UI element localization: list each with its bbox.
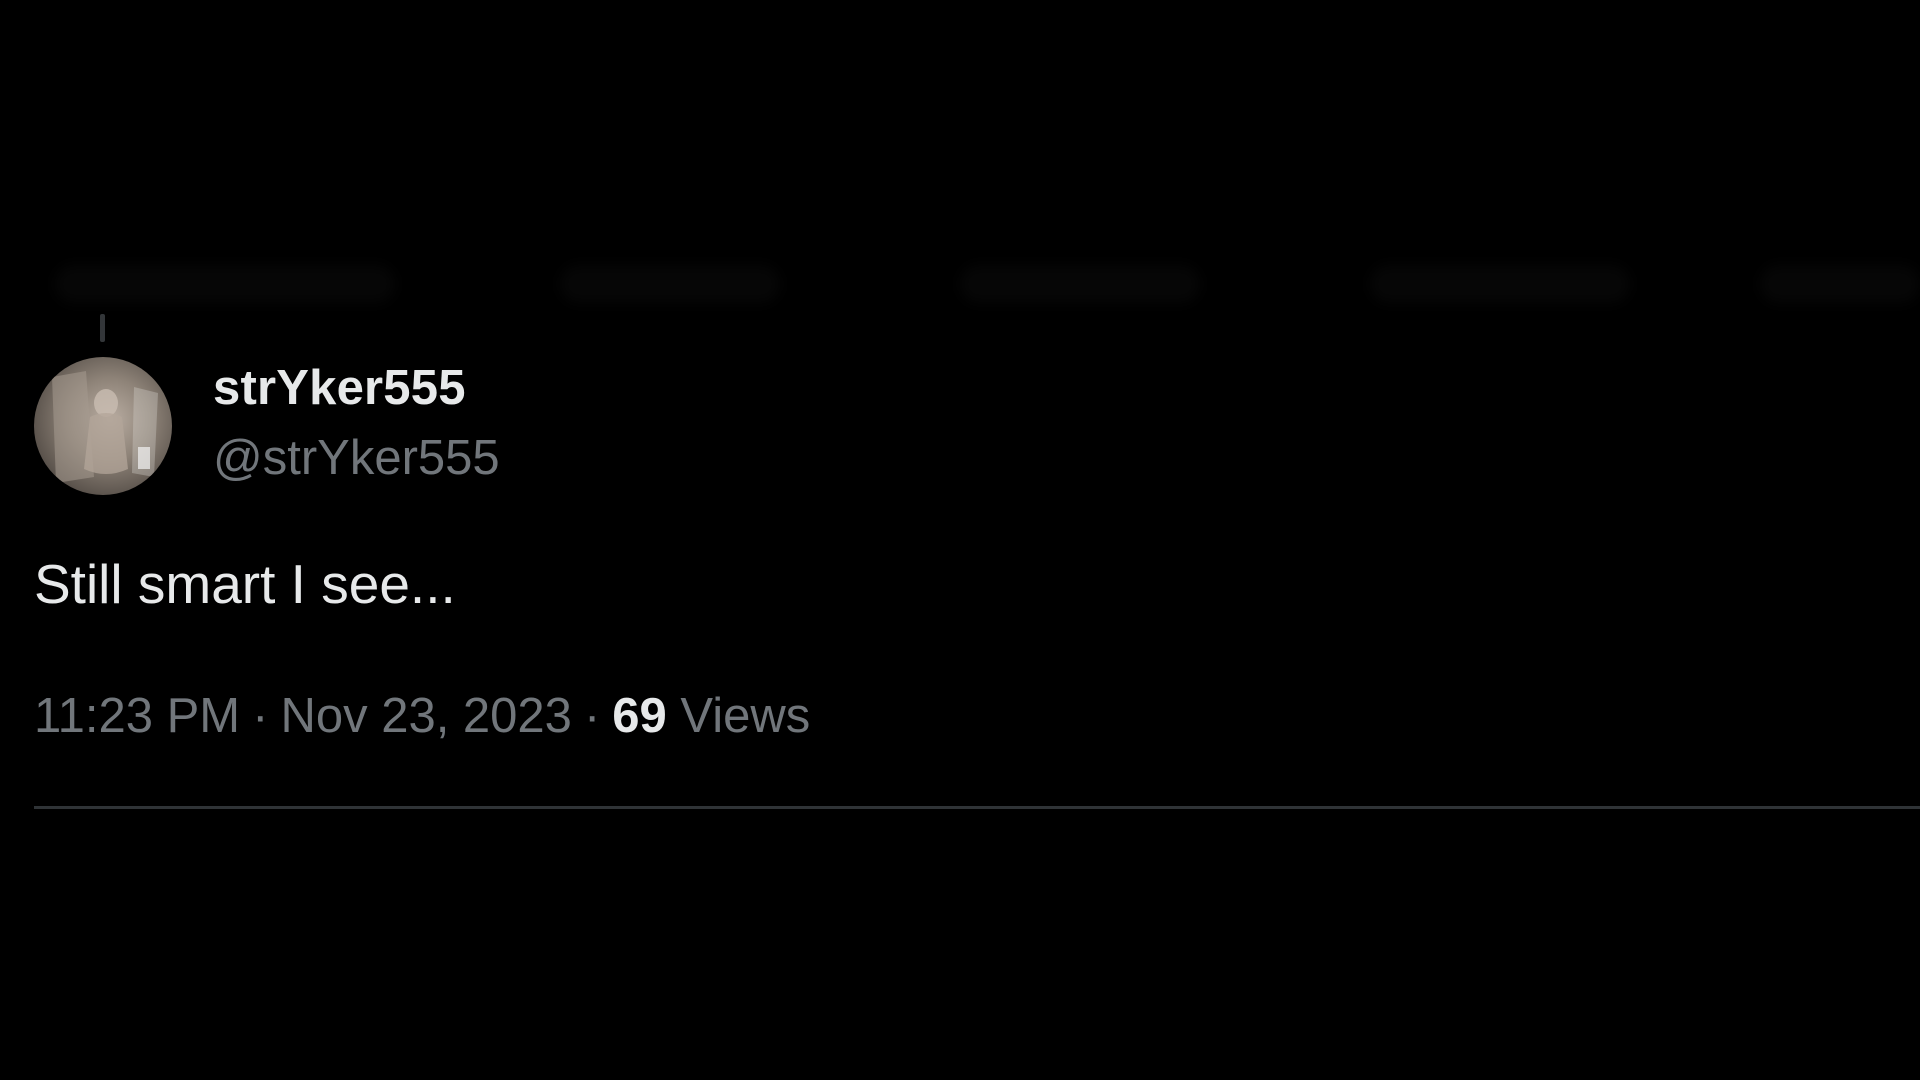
thread-connector-line [100, 314, 105, 342]
user-handle[interactable]: @strYker555 [213, 430, 500, 486]
avatar-photo-icon [52, 371, 158, 483]
ghost-action [1760, 265, 1920, 303]
divider [34, 806, 1920, 809]
avatar[interactable] [34, 357, 172, 495]
tweet-metadata: 11:23 PM · Nov 23, 2023 · 69 Views [34, 688, 810, 744]
ghost-action [960, 265, 1200, 303]
ghost-action [560, 265, 780, 303]
tweet-detail-page: strYker555 @strYker555 Still smart I see… [0, 0, 1920, 1080]
previous-tweet-action-bar [0, 255, 1920, 315]
tweet-date[interactable]: Nov 23, 2023 [280, 689, 572, 743]
ghost-action [55, 265, 395, 303]
views-count[interactable]: 69 [612, 689, 667, 743]
tweet-text: Still smart I see... [34, 553, 456, 615]
meta-separator: · [583, 689, 601, 743]
display-name[interactable]: strYker555 [213, 360, 466, 416]
meta-separator: · [252, 689, 269, 743]
ghost-action [1370, 265, 1630, 303]
tweet-time[interactable]: 11:23 PM [34, 689, 240, 743]
views-label[interactable]: Views [680, 689, 810, 743]
